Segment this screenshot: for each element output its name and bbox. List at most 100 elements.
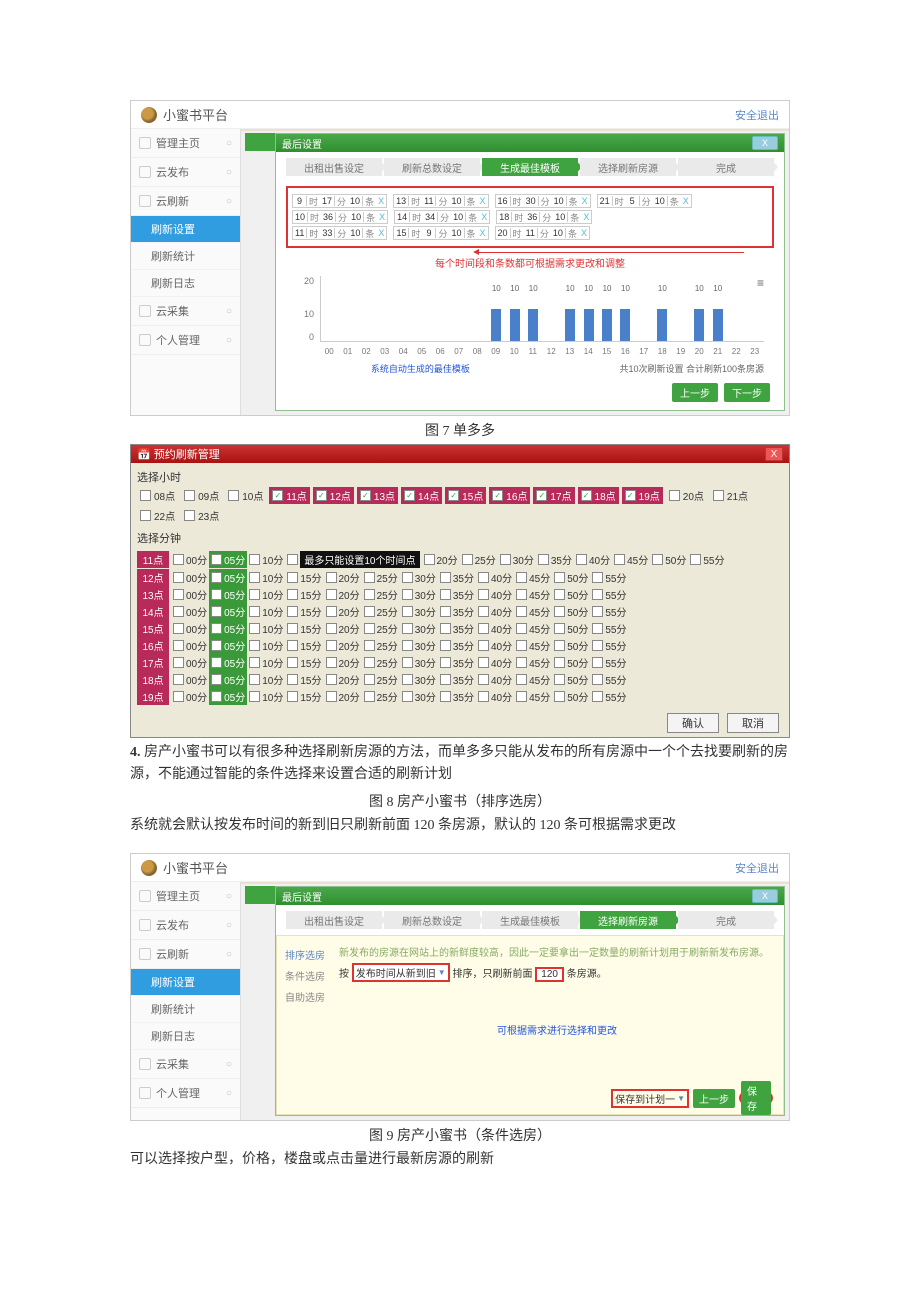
minute-checkbox[interactable]: ✓05分 [209,569,247,586]
minute-checkbox[interactable]: 20分 [324,654,362,671]
prev-button[interactable]: 上一步 [693,1089,735,1108]
minute-checkbox[interactable]: 15分 [285,654,323,671]
minute-checkbox[interactable]: 20分 [324,586,362,603]
minute-checkbox[interactable]: 55分 [688,551,726,568]
minute-checkbox[interactable]: 50分 [552,569,590,586]
hour-checkbox[interactable]: 21点 [710,487,751,504]
hour-checkbox[interactable]: ✓16点 [489,487,530,504]
sidebar-item-collect[interactable]: 云采集○ [131,297,240,326]
step-3[interactable]: 选择刷新房源 [580,158,676,176]
minute-checkbox[interactable]: 55分 [590,688,628,705]
step-1[interactable]: 刷新总数设定 [384,911,480,929]
sidebar-item-personal[interactable]: 个人管理○ [131,326,240,355]
sidebar-item-personal[interactable]: 个人管理○ [131,1079,240,1108]
minute-checkbox[interactable]: 50分 [552,671,590,688]
minute-checkbox[interactable]: 45分 [514,671,552,688]
minute-checkbox[interactable]: 55分 [590,637,628,654]
minute-checkbox[interactable]: ✓05分 [209,688,247,705]
minute-checkbox[interactable]: 45分 [514,688,552,705]
minute-checkbox[interactable]: 35分 [536,551,574,568]
minute-checkbox[interactable]: 40分 [476,620,514,637]
minute-checkbox[interactable]: 10分 [247,586,285,603]
tab-condition[interactable]: 条件选房 [285,965,335,986]
minute-checkbox[interactable]: 40分 [476,671,514,688]
minute-checkbox[interactable]: 30分 [400,603,438,620]
step-4[interactable]: 完成 [678,158,774,176]
minute-checkbox[interactable]: 20分 [324,603,362,620]
step-0[interactable]: 出租出售设定 [286,158,382,176]
sidebar-sub-stats[interactable]: 刷新统计 [131,996,240,1023]
minute-checkbox[interactable]: 45分 [514,637,552,654]
minute-checkbox[interactable]: 20分 [324,688,362,705]
minute-checkbox[interactable]: 20分 [324,671,362,688]
minute-checkbox[interactable]: 20分 [324,569,362,586]
minute-checkbox[interactable]: 35分 [438,603,476,620]
minute-checkbox[interactable]: 15分 [285,637,323,654]
minute-checkbox[interactable]: 15分 [285,586,323,603]
minute-checkbox[interactable]: 55分 [590,586,628,603]
minute-checkbox[interactable]: 50分 [552,637,590,654]
minute-checkbox[interactable]: 10分 [247,637,285,654]
step-0[interactable]: 出租出售设定 [286,911,382,929]
hour-checkbox[interactable]: ✓17点 [533,487,574,504]
ok-button[interactable]: 确认 [667,713,719,733]
step-3[interactable]: 选择刷新房源 [580,911,676,929]
minute-checkbox[interactable]: 15分 [285,569,323,586]
next-button[interactable]: 下一步 [724,383,770,402]
sidebar-sub-log[interactable]: 刷新日志 [131,1023,240,1050]
close-icon[interactable]: X [752,136,778,150]
time-cell[interactable]: 14时34分10条X [394,210,490,224]
hour-checkbox[interactable]: 09点 [181,487,222,504]
time-cell[interactable]: 11时33分10条X [292,226,387,240]
cancel-button[interactable]: 取消 [727,713,779,733]
minute-checkbox[interactable]: 最多只能设置10个时间点 [285,550,421,569]
minute-checkbox[interactable]: 40分 [476,688,514,705]
minute-checkbox[interactable]: 40分 [476,586,514,603]
hour-checkbox[interactable]: 10点 [225,487,266,504]
minute-checkbox[interactable]: 50分 [552,603,590,620]
minute-checkbox[interactable]: 30分 [400,569,438,586]
time-cell[interactable]: 18时36分10条X [496,210,592,224]
minute-checkbox[interactable]: 50分 [552,688,590,705]
minute-checkbox[interactable]: 25分 [362,671,400,688]
time-cell[interactable]: 21时5分10条X [597,194,692,208]
safe-exit-link[interactable]: 安全退出 [735,860,779,876]
minute-checkbox[interactable]: 25分 [362,620,400,637]
minute-checkbox[interactable]: 45分 [612,551,650,568]
minute-checkbox[interactable]: 30分 [498,551,536,568]
minute-checkbox[interactable]: 20分 [324,620,362,637]
tab-self[interactable]: 自助选房 [285,986,335,1007]
minute-checkbox[interactable]: 55分 [590,654,628,671]
minute-checkbox[interactable]: 40分 [574,551,612,568]
minute-checkbox[interactable]: 25分 [362,586,400,603]
time-cell[interactable]: 15时9分10条X [393,226,488,240]
minute-checkbox[interactable]: 00分 [171,688,209,705]
hour-checkbox[interactable]: ✓14点 [401,487,442,504]
minute-checkbox[interactable]: 50分 [552,586,590,603]
minute-checkbox[interactable]: 00分 [171,654,209,671]
minute-checkbox[interactable]: 00分 [171,637,209,654]
hour-checkbox[interactable]: ✓19点 [622,487,663,504]
tab-sort[interactable]: 排序选房 [285,944,335,965]
step-4[interactable]: 完成 [678,911,774,929]
minute-checkbox[interactable]: 15分 [285,603,323,620]
minute-checkbox[interactable]: 10分 [247,620,285,637]
safe-exit-link[interactable]: 安全退出 [735,107,779,123]
minute-checkbox[interactable]: 50分 [650,551,688,568]
close-icon[interactable]: X [765,447,783,461]
sidebar-item-publish[interactable]: 云发布○ [131,158,240,187]
minute-checkbox[interactable]: 40分 [476,654,514,671]
minute-checkbox[interactable]: 10分 [247,551,285,568]
minute-checkbox[interactable]: 25分 [362,603,400,620]
minute-checkbox[interactable]: 40分 [476,637,514,654]
hour-checkbox[interactable]: 22点 [137,507,178,524]
minute-checkbox[interactable]: ✓05分 [209,671,247,688]
hour-checkbox[interactable]: 08点 [137,487,178,504]
minute-checkbox[interactable]: 00分 [171,671,209,688]
minute-checkbox[interactable]: 35分 [438,654,476,671]
minute-checkbox[interactable]: 10分 [247,569,285,586]
minute-checkbox[interactable]: 20分 [324,637,362,654]
minute-checkbox[interactable]: 35分 [438,637,476,654]
minute-checkbox[interactable]: 15分 [285,688,323,705]
sidebar-sub-stats[interactable]: 刷新统计 [131,243,240,270]
